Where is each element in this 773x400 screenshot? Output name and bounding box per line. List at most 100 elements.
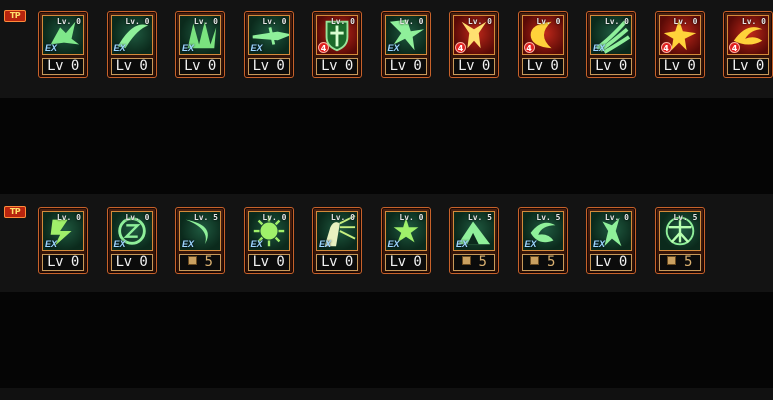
rising-peak-icon: Lv. 5 EX	[453, 211, 495, 251]
skill-level-text: Lv 0	[115, 58, 148, 74]
scroll-icon	[530, 256, 540, 265]
skill-level-text: Lv 0	[595, 58, 627, 74]
whirlwind-icon: Lv. 0 4	[727, 15, 769, 55]
ex-mark: EX	[250, 239, 263, 249]
ex-mark: EX	[113, 43, 126, 53]
scroll-icon	[667, 256, 677, 265]
scroll-icon	[461, 256, 471, 265]
shatter-blast-icon: Lv. 0 EX	[384, 15, 427, 55]
skill-level-text: Lv 0	[321, 58, 353, 74]
skill-level-tag: Lv. 5	[536, 213, 561, 222]
skill-level-text: Lv 0	[321, 254, 353, 270]
skill-slot[interactable]: Lv. 0 EX Lv 0	[380, 207, 431, 274]
rune-circle-icon: Lv. 0 EX	[110, 211, 153, 251]
arc-slash-icon: Lv. 5 EX	[179, 211, 221, 251]
star-burst-icon: Lv. 0 EX	[384, 211, 427, 251]
ex-mark: EX	[524, 239, 537, 249]
skill-level-tag: Lv. 0	[604, 213, 629, 222]
red-badge: 4	[729, 42, 740, 53]
skill-level-box: Lv 0	[384, 254, 427, 271]
skill-slot[interactable]: Lv. 0 4 Lv 0	[312, 11, 362, 78]
red-badge: 4	[660, 42, 672, 53]
spirit-warrior-icon: Lv. 0 EX	[590, 211, 632, 251]
skill-level-tag: Lv. 0	[330, 213, 355, 222]
skill-level-box: 5	[521, 254, 564, 271]
footer-band	[0, 388, 773, 400]
shield-emblem-icon: Lv. 0 4	[316, 15, 358, 55]
skill-level-text: 5	[478, 254, 487, 270]
skill-level-box: Lv 0	[179, 58, 221, 75]
ex-mark: EX	[319, 239, 332, 249]
skill-level-tag: Lv. 0	[56, 213, 81, 222]
skill-level-tag: Lv. 5	[193, 213, 218, 222]
skill-level-box: Lv 0	[727, 58, 769, 75]
ex-mark: EX	[593, 43, 606, 53]
skill-slot[interactable]: Lv. 0 EX Lv 0	[380, 11, 431, 78]
skill-slot[interactable]: Lv. 0 EX Lv 0	[243, 11, 294, 78]
skill-slot[interactable]: Lv. 0 EX Lv 0	[38, 11, 88, 78]
skill-level-text: 5	[684, 254, 692, 270]
skill-slot[interactable]: Lv. 5 5	[654, 207, 705, 274]
ex-mark: EX	[250, 43, 263, 53]
skill-slot[interactable]: Lv. 0 EX Lv 0	[106, 207, 157, 274]
ex-mark: EX	[45, 239, 58, 249]
skill-slot[interactable]: Lv. 0 EX Lv 0	[175, 11, 225, 78]
skill-level-text: Lv 0	[184, 58, 216, 74]
skill-level-tag: Lv. 5	[467, 213, 492, 222]
skill-level-tag: Lv. 0	[604, 17, 629, 26]
tp-marker: TP	[4, 10, 26, 22]
comet-spiral-icon: Lv. 5 EX	[521, 211, 564, 251]
skill-level-tag: Lv. 0	[673, 17, 698, 26]
empty-band-2	[0, 292, 773, 388]
skill-level-box: Lv 0	[110, 58, 153, 75]
ex-mark: EX	[387, 239, 400, 249]
skill-slot[interactable]: Lv. 0 4 Lv 0	[654, 11, 705, 78]
skill-level-box: 5	[179, 254, 221, 271]
lightning-fist-icon: Lv. 0 EX	[42, 211, 84, 251]
skill-level-text: Lv 0	[458, 58, 490, 74]
skill-slot[interactable]: Lv. 0 EX Lv 0	[586, 207, 636, 274]
red-badge: 4	[455, 42, 466, 53]
skill-level-text: Lv 0	[389, 58, 422, 74]
ex-mark: EX	[45, 43, 58, 53]
ex-mark: EX	[182, 239, 195, 249]
skill-level-box: 5	[453, 254, 495, 271]
skill-slot[interactable]: Lv. 0 EX Lv 0	[106, 11, 157, 78]
skill-slot[interactable]: Lv. 0 EX Lv 0	[38, 207, 88, 274]
skill-slot[interactable]: Lv. 0 EX Lv 0	[586, 11, 636, 78]
skill-level-tag: Lv. 0	[536, 17, 561, 26]
scroll-icon	[187, 256, 197, 265]
skill-level-box: Lv 0	[42, 58, 84, 75]
tp-marker: TP	[4, 206, 26, 218]
skill-slot[interactable]: Lv. 0 4 Lv 0	[517, 11, 568, 78]
crescent-moon-icon: Lv. 0 4	[521, 15, 564, 55]
skill-slot[interactable]: Lv. 5 EX 5	[449, 207, 499, 274]
skill-slot[interactable]: Lv. 0 4 Lv 0	[449, 11, 499, 78]
skill-level-tag: Lv. 0	[330, 17, 355, 26]
skill-level-tag: Lv. 0	[193, 17, 218, 26]
skill-level-text: 5	[547, 254, 555, 270]
skill-level-tag: Lv. 0	[399, 17, 424, 26]
skill-level-tag: Lv. 0	[56, 17, 81, 26]
ex-mark: EX	[387, 43, 400, 53]
skill-level-box: Lv 0	[521, 58, 564, 75]
skill-level-text: Lv 0	[252, 58, 285, 74]
clawed-beast-icon: Lv. 0 EX	[42, 15, 84, 55]
skill-level-box: Lv 0	[453, 58, 495, 75]
skill-level-text: Lv 0	[47, 254, 79, 270]
ex-mark: EX	[456, 239, 469, 249]
skill-level-tag: Lv. 0	[741, 17, 766, 26]
skill-slot[interactable]: Lv. 5 EX 5	[175, 207, 225, 274]
red-badge: 4	[318, 42, 329, 53]
skill-slot[interactable]: Lv. 0 4 Lv 0	[723, 11, 773, 78]
skill-level-box: Lv 0	[384, 58, 427, 75]
skill-slot[interactable]: Lv. 0 EX Lv 0	[243, 207, 294, 274]
ex-mark: EX	[182, 43, 195, 53]
skill-level-box: Lv 0	[110, 254, 153, 271]
skill-slot[interactable]: Lv. 5 EX 5	[517, 207, 568, 274]
skill-level-text: Lv 0	[252, 254, 285, 270]
skill-level-tag: Lv. 0	[467, 17, 492, 26]
skill-slot[interactable]: Lv. 0 EX Lv 0	[312, 207, 362, 274]
ex-mark: EX	[113, 239, 126, 249]
skill-level-text: Lv 0	[47, 58, 79, 74]
